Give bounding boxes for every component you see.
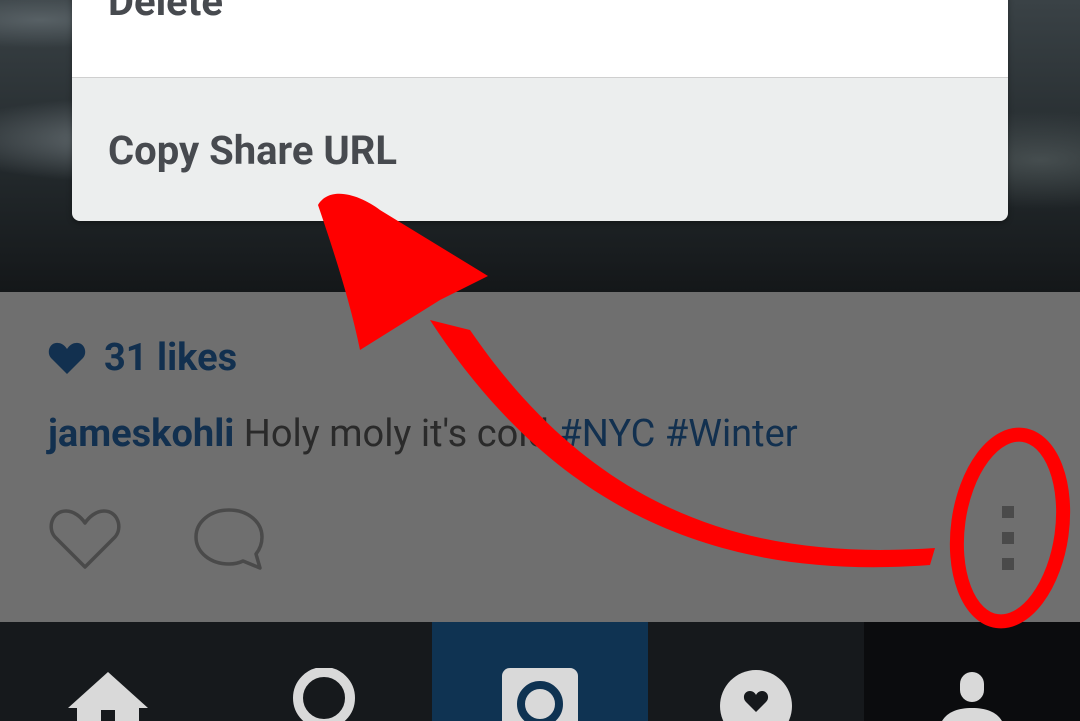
likes-row[interactable]: 31 likes [48, 335, 237, 381]
hashtag-nyc[interactable]: #NYC [558, 412, 655, 456]
heart-filled-icon [48, 342, 86, 374]
profile-icon [942, 672, 1002, 721]
post-caption: jameskohli Holy moly it's cold #NYC #Win… [48, 412, 798, 466]
menu-item-delete[interactable]: Delete [72, 0, 1008, 78]
menu-item-copy-share-url-label: Copy Share URL [108, 126, 398, 174]
hashtag-winter[interactable]: #Winter [665, 412, 798, 456]
caption-text: Holy moly it's cold [243, 412, 549, 456]
caption-username[interactable]: jameskohli [48, 412, 234, 456]
vertical-dots-icon [1002, 506, 1014, 518]
home-icon [68, 672, 148, 721]
heart-outline-icon[interactable] [48, 506, 122, 570]
activity-heart-icon [720, 670, 792, 721]
camera-icon [502, 668, 578, 721]
dot [1002, 558, 1014, 570]
dot [1002, 532, 1014, 544]
more-options-button[interactable] [990, 500, 1026, 576]
post-options-menu: Delete Copy Share URL [72, 0, 1008, 221]
search-icon [293, 668, 355, 721]
likes-count: 31 likes [104, 336, 238, 380]
nav-profile[interactable] [864, 622, 1080, 721]
nav-activity[interactable] [648, 622, 864, 721]
nav-search[interactable] [216, 622, 432, 721]
menu-item-copy-share-url[interactable]: Copy Share URL [72, 78, 1008, 221]
comment-bubble-icon[interactable] [192, 506, 266, 572]
nav-camera[interactable] [432, 622, 648, 721]
bottom-nav [0, 622, 1080, 721]
menu-item-delete-label: Delete [108, 0, 223, 25]
nav-home[interactable] [0, 622, 216, 721]
